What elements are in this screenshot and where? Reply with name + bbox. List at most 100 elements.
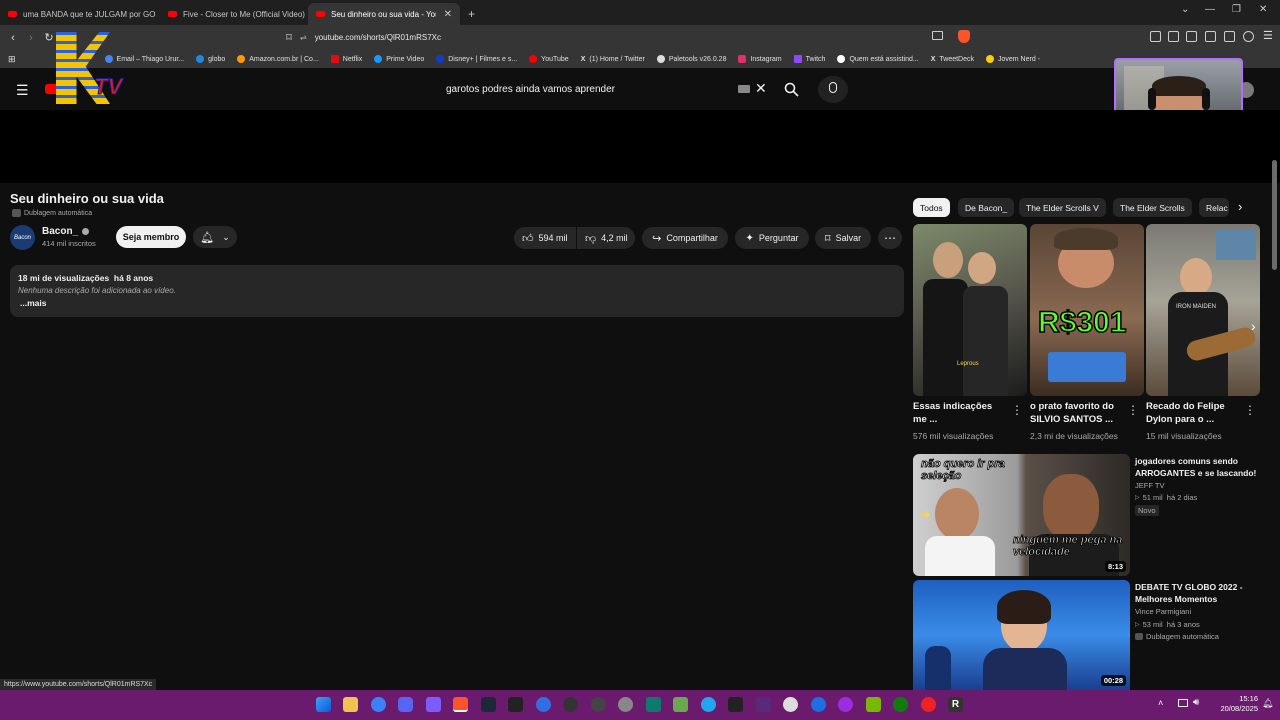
app-icon[interactable] xyxy=(536,697,551,712)
search-input[interactable]: garotos podres ainda vamos aprender xyxy=(436,77,770,101)
chip-elder-scrolls[interactable]: The Elder Scrolls xyxy=(1113,198,1192,217)
extension-icon[interactable] xyxy=(1150,31,1161,42)
bookmark-item[interactable]: Quem está assistind... xyxy=(837,55,919,63)
app-icon[interactable]: R xyxy=(948,697,963,712)
bookmark-item[interactable]: globo xyxy=(196,55,225,63)
vpn-icon[interactable] xyxy=(1243,31,1254,42)
bookmark-item[interactable]: Instagram xyxy=(738,55,782,63)
maximize-icon[interactable]: ❐ xyxy=(1232,4,1241,15)
chip-related[interactable]: Relac xyxy=(1199,198,1229,217)
new-tab-button[interactable]: + xyxy=(460,3,483,25)
app-icon[interactable] xyxy=(838,697,853,712)
join-button[interactable]: Seja membro xyxy=(116,226,186,248)
url-bar[interactable]: ⇌ youtube.com/shorts/QlR01mRS7Xc xyxy=(300,28,980,47)
app-icon[interactable] xyxy=(426,697,441,712)
keyboard-icon[interactable] xyxy=(738,85,750,93)
xbox-icon[interactable] xyxy=(893,697,908,712)
video-thumbnail[interactable]: 00:28 xyxy=(913,580,1130,690)
ask-button[interactable]: ✦ Perguntar xyxy=(735,227,809,249)
app-icon[interactable] xyxy=(701,697,716,712)
browser-tab-active[interactable]: Seu dinheiro ou sua vida - YouT ✕ xyxy=(308,3,460,25)
channel-avatar[interactable]: Bacon xyxy=(10,225,35,250)
clock[interactable]: 15:16 20/08/2025 xyxy=(1208,694,1258,714)
bookmark-item[interactable]: Disney+ | Filmes e s... xyxy=(436,55,517,63)
short-title[interactable]: Essas indicações me ... xyxy=(913,400,1003,426)
back-icon[interactable]: ‹ xyxy=(4,32,22,44)
bookmark-item[interactable]: X TweetDeck xyxy=(931,56,974,63)
bookmark-item[interactable]: Amazon.com.br | Co... xyxy=(237,55,319,63)
close-window-icon[interactable]: ✕ xyxy=(1259,4,1267,15)
bookmark-item[interactable]: Jovem Nerd - xyxy=(986,55,1040,63)
tray-chevron-icon[interactable]: ˄ xyxy=(1158,698,1163,708)
app-icon[interactable] xyxy=(756,697,771,712)
show-more-link[interactable]: ...mais xyxy=(20,298,46,308)
shorts-next-icon[interactable]: › xyxy=(1251,318,1256,334)
more-vert-icon[interactable]: ⋮ xyxy=(1244,403,1256,417)
short-title[interactable]: o prato favorito do SILVIO SANTOS ... xyxy=(1030,400,1125,426)
start-icon[interactable] xyxy=(316,697,331,712)
network-icon[interactable] xyxy=(1178,699,1188,707)
video-title-link[interactable]: jogadores comuns sendo ARROGANTES e se l… xyxy=(1135,455,1265,479)
nvidia-icon[interactable] xyxy=(866,697,881,712)
video-thumbnail[interactable]: não quero ir pra seleção ninguém me pega… xyxy=(913,454,1130,576)
hamburger-menu-icon[interactable]: ☰ xyxy=(16,82,29,99)
browser-icon[interactable] xyxy=(371,697,386,712)
brave-shield-icon[interactable] xyxy=(958,30,970,43)
wallet-icon[interactable] xyxy=(1205,31,1216,42)
discord-icon[interactable] xyxy=(398,697,413,712)
site-info-icon[interactable]: ⇌ xyxy=(300,33,307,42)
notifications-icon[interactable]: 🔔︎ xyxy=(1262,698,1273,709)
sidebar-icon[interactable] xyxy=(1186,31,1197,42)
extension-icon[interactable] xyxy=(1168,31,1179,42)
leo-icon[interactable] xyxy=(1224,31,1235,42)
bookmark-item[interactable]: YouTube xyxy=(529,55,569,63)
video-channel[interactable]: Vince Parmigiani xyxy=(1135,607,1191,616)
like-button[interactable]: 👍︎ 594 mil xyxy=(514,227,576,249)
more-vert-icon[interactable]: ⋮ xyxy=(1127,403,1139,417)
short-thumbnail[interactable]: Leprous xyxy=(913,224,1027,396)
chip-elder-scrolls-v[interactable]: The Elder Scrolls V xyxy=(1019,198,1106,217)
menu-icon[interactable]: ☰ xyxy=(1263,29,1273,42)
app-icon[interactable] xyxy=(728,697,743,712)
bookmark-item[interactable]: Prime Video xyxy=(374,55,424,63)
share-button[interactable]: ↪ Compartilhar xyxy=(642,227,728,249)
app-icon[interactable] xyxy=(783,697,798,712)
bookmark-item[interactable]: Netflix xyxy=(330,55,362,63)
more-vert-icon[interactable]: ⋮ xyxy=(1011,403,1023,417)
browser-tab[interactable]: Five - Closer to Me (Official Video) xyxy=(160,3,308,25)
app-icon[interactable] xyxy=(646,697,661,712)
bookmark-item[interactable]: Twitch xyxy=(793,55,825,63)
obs-icon[interactable] xyxy=(591,697,606,712)
dislike-button[interactable]: 👎︎ 4,2 mil xyxy=(577,227,635,249)
chip-from-channel[interactable]: De Bacon_ xyxy=(958,198,1015,217)
save-button[interactable]: ⌑ Salvar xyxy=(815,227,871,249)
more-actions-button[interactable]: ⋯ xyxy=(878,227,902,249)
minimize-icon[interactable]: — xyxy=(1205,4,1215,15)
steam-icon[interactable] xyxy=(481,697,496,712)
volume-icon[interactable]: 🔊︎ xyxy=(1193,697,1199,708)
browser-tab[interactable]: uma BANDA que te JULGAM por GO xyxy=(0,3,160,25)
apps-grid-icon[interactable]: ⊞ xyxy=(8,54,16,65)
channel-name[interactable]: Bacon_ xyxy=(42,226,90,237)
app-icon[interactable] xyxy=(563,697,578,712)
brave-icon[interactable] xyxy=(453,697,468,712)
notifications-button[interactable]: 🔔︎ ⌄ xyxy=(193,226,237,248)
video-player[interactable] xyxy=(0,110,1280,183)
app-icon[interactable] xyxy=(673,697,688,712)
app-icon[interactable] xyxy=(921,697,936,712)
page-scrollbar[interactable] xyxy=(1272,160,1277,270)
close-tab-icon[interactable]: ✕ xyxy=(444,9,452,20)
short-thumbnail[interactable]: IRON MAIDEN xyxy=(1146,224,1260,396)
chevron-right-icon[interactable]: › xyxy=(1238,199,1242,214)
app-icon[interactable] xyxy=(811,697,826,712)
app-icon[interactable] xyxy=(618,697,633,712)
chip-all[interactable]: Todos xyxy=(913,198,950,217)
bookmark-icon[interactable]: ⌑ xyxy=(280,31,298,44)
clear-search-icon[interactable]: ✕ xyxy=(755,80,767,97)
search-icon[interactable] xyxy=(784,82,799,97)
file-explorer-icon[interactable] xyxy=(343,697,358,712)
epic-games-icon[interactable] xyxy=(508,697,523,712)
tab-list-icon[interactable]: ⌄ xyxy=(1181,4,1189,15)
video-title-link[interactable]: DEBATE TV GLOBO 2022 - Melhores Momentos xyxy=(1135,581,1265,605)
video-channel[interactable]: JEFF TV xyxy=(1135,481,1164,490)
